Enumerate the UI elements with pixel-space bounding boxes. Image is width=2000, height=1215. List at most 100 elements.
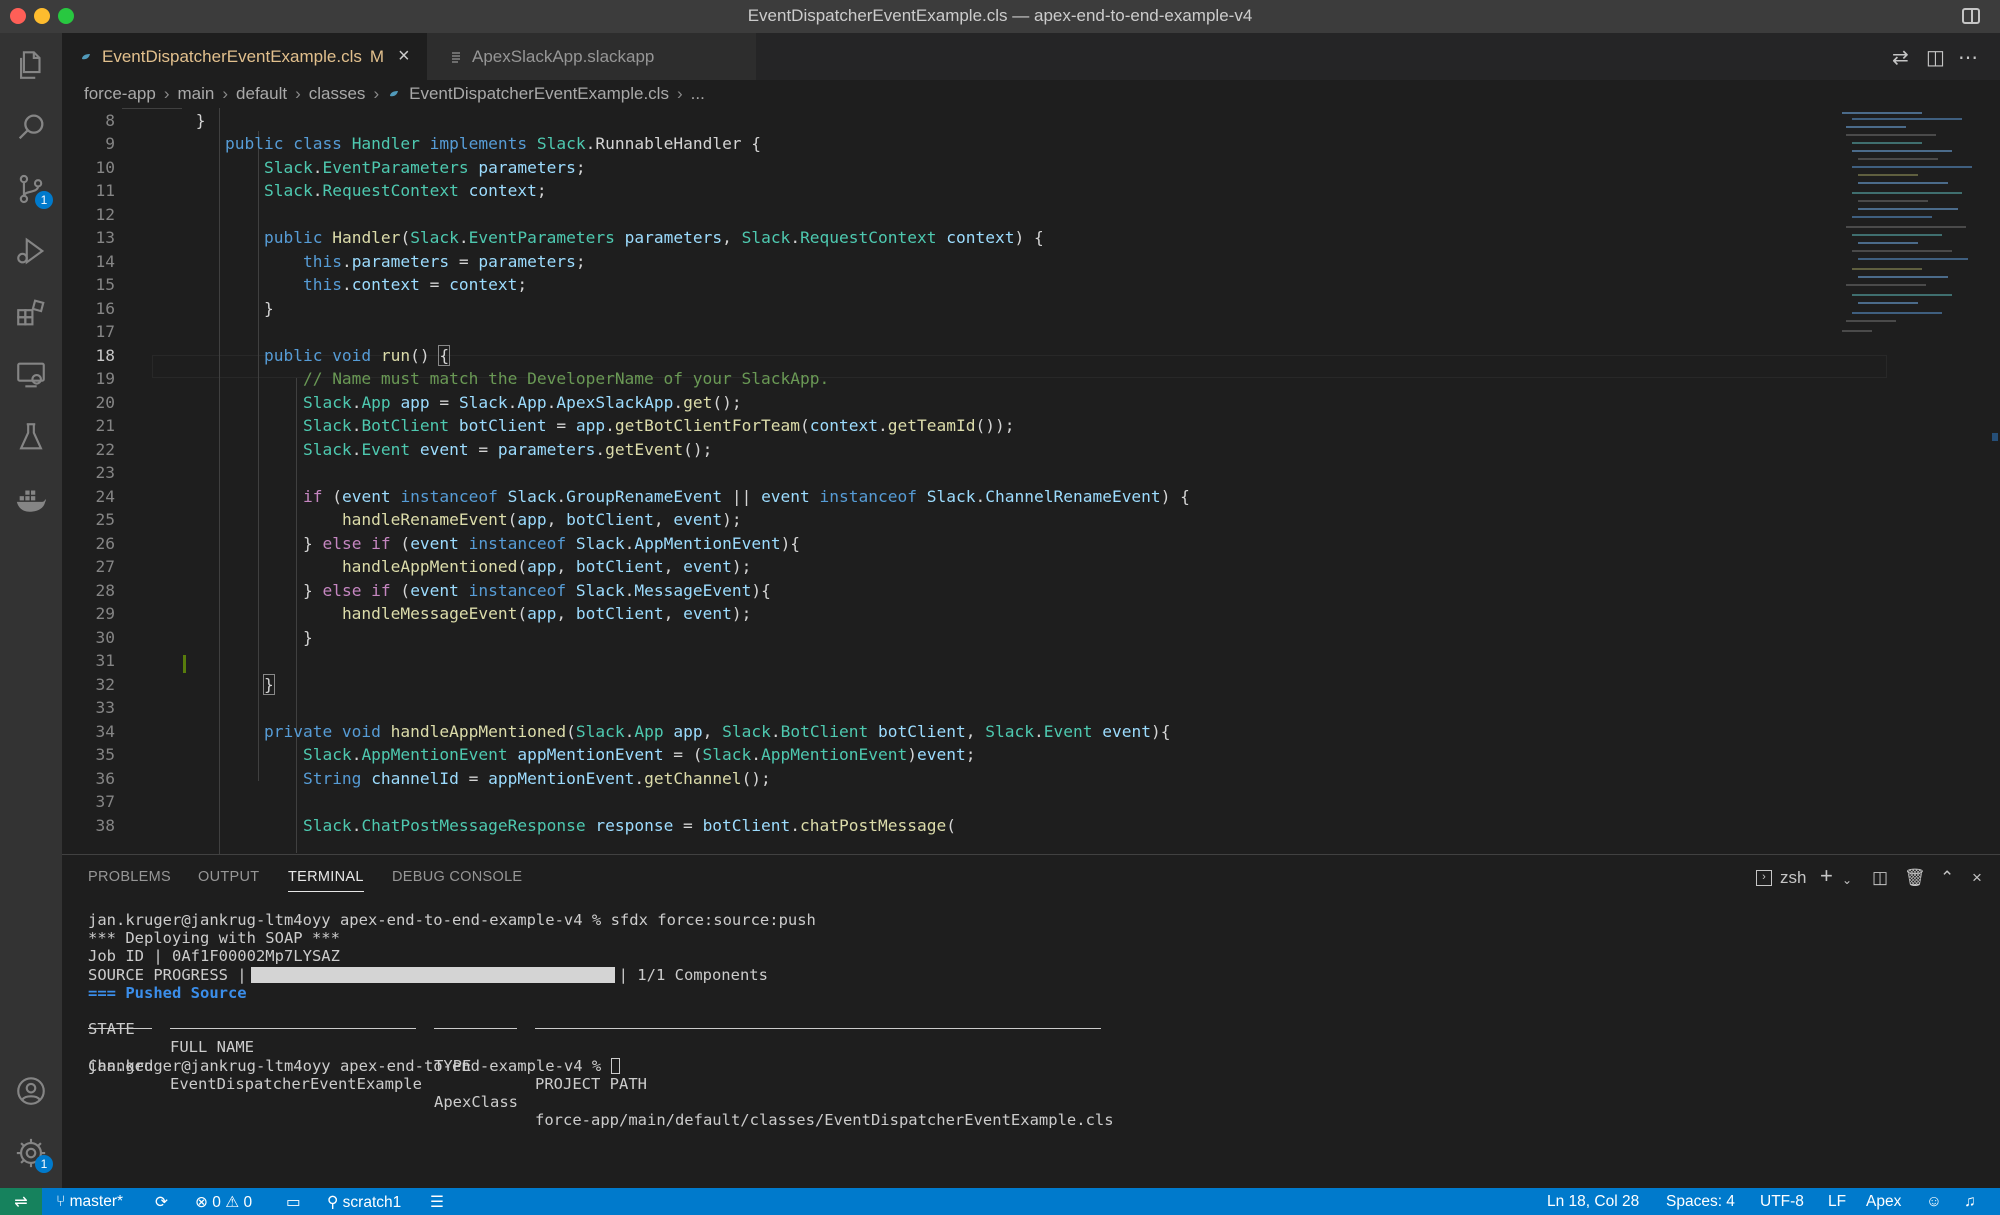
line-number: 20 xyxy=(95,392,116,412)
tab-eventdispatcher[interactable]: EventDispatcherEventExample.cls M × xyxy=(62,33,427,80)
error-icon: ⊗ xyxy=(195,1194,213,1211)
terminal-line: jan.kruger@jankrug-ltm4oyy apex-end-to-e… xyxy=(88,911,816,929)
chevron-right-icon: › xyxy=(676,84,683,103)
breadcrumb-item[interactable]: default xyxy=(236,84,287,104)
run-debug-icon[interactable] xyxy=(11,231,51,271)
chevron-right-icon: › xyxy=(295,84,301,103)
scrollbar-marker xyxy=(1992,433,1998,441)
bottom-panel: PROBLEMS OUTPUT TERMINAL DEBUG CONSOLE ›… xyxy=(62,854,2000,1189)
language-mode[interactable]: Apex xyxy=(1866,1193,1901,1211)
line-number: 31 xyxy=(95,651,116,670)
file-lines-icon xyxy=(452,51,460,63)
modified-indicator: M xyxy=(369,46,385,66)
shell-name: zsh xyxy=(1780,868,1807,887)
branch-icon: ⑂ xyxy=(56,1193,70,1210)
terminal-table-rule xyxy=(88,1020,1101,1038)
line-number: 8 xyxy=(105,111,115,130)
line-number: 38 xyxy=(95,815,116,835)
indentation[interactable]: Spaces: 4 xyxy=(1666,1193,1735,1211)
pushed-source-title: Pushed Source xyxy=(125,983,247,1002)
layout-icon[interactable] xyxy=(1962,8,1980,24)
bell-icon[interactable]: ♫ xyxy=(1964,1193,1976,1211)
tab-debug-console[interactable]: DEBUG CONSOLE xyxy=(392,869,522,885)
encoding[interactable]: UTF-8 xyxy=(1760,1193,1804,1211)
tab-label: ApexSlackApp.slackapp xyxy=(472,46,655,66)
apex-file-icon xyxy=(390,91,399,97)
manage-badge: 1 xyxy=(35,1155,53,1173)
breadcrumb-item[interactable]: ... xyxy=(691,84,705,104)
docker-icon[interactable] xyxy=(11,479,51,519)
line-number: 34 xyxy=(95,721,116,741)
split-editor-icon[interactable]: ◫ xyxy=(1926,45,1945,70)
tab-terminal[interactable]: TERMINAL xyxy=(288,869,364,892)
line-number: 36 xyxy=(95,768,116,788)
tasks-list-icon[interactable]: ☰ xyxy=(430,1193,444,1212)
beaker-icon[interactable] xyxy=(11,417,51,457)
line-number: 25 xyxy=(95,510,116,529)
source-control-icon[interactable]: 1 xyxy=(11,169,53,209)
org-browser-icon[interactable]: ▭ xyxy=(286,1193,301,1212)
tab-output[interactable]: OUTPUT xyxy=(198,869,259,885)
terminal-output[interactable]: jan.kruger@jankrug-ltm4oyy apex-end-to-e… xyxy=(88,911,1114,1129)
apex-file-icon xyxy=(82,53,90,59)
tab-apexslackapp-content[interactable]: ApexSlackApp.slackapp xyxy=(450,33,654,80)
line-number: 17 xyxy=(95,322,116,341)
more-actions-icon[interactable]: ⋯ xyxy=(1958,45,1978,70)
files-icon[interactable] xyxy=(11,45,51,85)
terminal-table-header: STATE FULL NAME TYPE PROJECT PATH xyxy=(88,1020,647,1093)
close-icon[interactable]: × xyxy=(398,45,410,68)
breadcrumb-item[interactable]: EventDispatcherEventExample.cls xyxy=(409,84,669,104)
breadcrumb-item[interactable]: force-app xyxy=(84,84,156,104)
breadcrumb: force-app › main › default › classes › Event… xyxy=(62,80,2000,108)
chevron-right-icon: › xyxy=(373,84,380,103)
tab-problems[interactable]: PROBLEMS xyxy=(88,869,171,885)
line-number: 32 xyxy=(95,674,116,694)
account-icon[interactable] xyxy=(11,1071,51,1111)
search-icon[interactable] xyxy=(11,107,51,147)
line-number: 33 xyxy=(95,698,116,717)
gear-icon[interactable]: 1 xyxy=(11,1133,53,1173)
minimap[interactable] xyxy=(1832,108,1987,854)
remote-indicator-icon[interactable]: ⇌ xyxy=(0,1188,42,1215)
close-panel-icon[interactable]: × xyxy=(1972,868,1982,888)
title-bar: EventDispatcherEventExample.cls — apex-e… xyxy=(0,0,2000,33)
cursor-position[interactable]: Ln 18, Col 28 xyxy=(1547,1193,1639,1211)
line-number: 9 xyxy=(105,134,115,153)
open-changes-icon[interactable]: ⇄ xyxy=(1892,45,1909,70)
window-title: EventDispatcherEventExample.cls — apex-e… xyxy=(747,6,1253,25)
line-number: 11 xyxy=(95,181,116,200)
feedback-icon[interactable]: ☺ xyxy=(1926,1193,1942,1211)
sync-icon[interactable]: ⟳ xyxy=(155,1193,168,1212)
line-ending[interactable]: LF xyxy=(1828,1193,1846,1211)
chevron-right-icon: › xyxy=(163,84,170,103)
chevron-up-icon[interactable]: ⌃ xyxy=(1940,868,1954,888)
line-number: 30 xyxy=(95,627,116,647)
status-bar: ⇌ ⑂ master* ⟳ ⊗ 0 ⚠ 0 ▭ ⚲ scratch1 ☰ Ln … xyxy=(0,1188,2000,1215)
problems-indicator[interactable]: ⊗ 0 ⚠ 0 xyxy=(195,1193,252,1212)
new-terminal-icon[interactable]: + xyxy=(1820,863,1833,889)
line-number: 15 xyxy=(95,275,116,294)
line-number: 13 xyxy=(95,228,116,247)
code-editor[interactable]: 8 } 9 public class Handler implements Sl… xyxy=(62,108,2000,854)
breadcrumb-item[interactable]: classes xyxy=(309,84,366,104)
line-number: 27 xyxy=(95,557,116,576)
terminal-shell-selector[interactable]: › zsh xyxy=(1756,868,1806,888)
breadcrumb-item[interactable]: main xyxy=(178,84,215,104)
trash-icon[interactable]: 🗑 xyxy=(1904,868,1926,888)
extensions-icon[interactable] xyxy=(11,293,51,333)
editor-tab-bar: EventDispatcherEventExample.cls M × Apex… xyxy=(62,33,2000,80)
split-terminal-icon[interactable]: ◫ xyxy=(1872,868,1888,888)
source-control-badge: 1 xyxy=(35,191,53,209)
line-number: 16 xyxy=(95,298,116,318)
line-number: 29 xyxy=(95,604,116,623)
org-indicator[interactable]: ⚲ scratch1 xyxy=(327,1193,401,1212)
terminal-line: === Pushed Source xyxy=(88,983,247,1002)
line-number: 21 xyxy=(95,416,116,435)
chevron-down-icon[interactable]: ⌄ xyxy=(1842,873,1852,887)
line-number: 35 xyxy=(95,745,116,764)
branch-indicator[interactable]: ⑂ master* xyxy=(56,1193,123,1211)
line-number: 22 xyxy=(95,439,116,459)
line-number: 14 xyxy=(95,251,116,271)
remote-explorer-icon[interactable] xyxy=(11,355,51,395)
line-number: 26 xyxy=(95,533,116,553)
